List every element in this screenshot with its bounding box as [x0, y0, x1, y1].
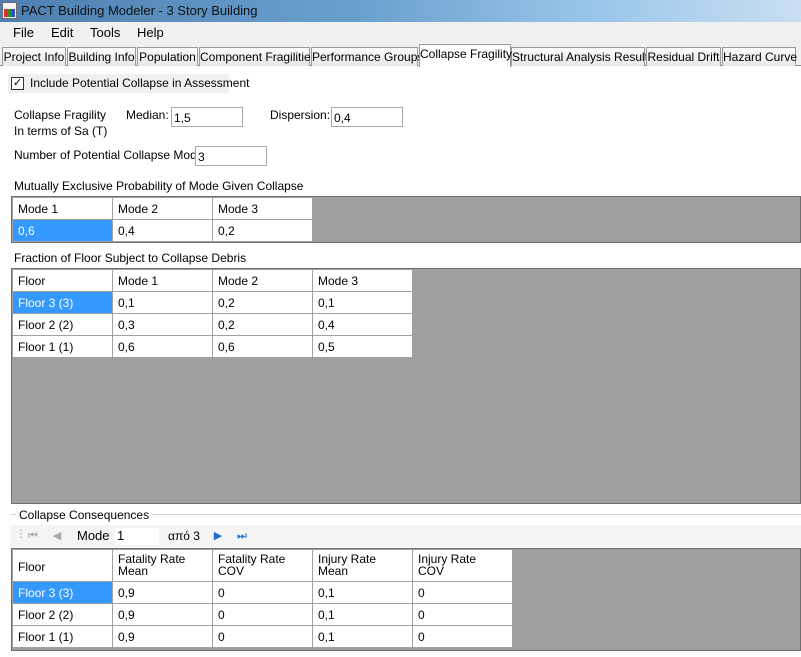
- mode-probability-table: Mode 1 Mode 2 Mode 3 0,6 0,4 0,2: [12, 197, 313, 242]
- tab-performance-groups[interactable]: Performance Groups: [311, 47, 423, 67]
- fatality-rate-cov-header[interactable]: Fatality Rate COV: [212, 549, 313, 582]
- tab-population[interactable]: Population: [137, 47, 198, 67]
- injury-rate-mean-header[interactable]: Injury Rate Mean: [312, 549, 413, 582]
- fraction-cell[interactable]: 0,6: [112, 335, 213, 358]
- menu-file[interactable]: File: [11, 25, 36, 40]
- fraction-cell[interactable]: 0,2: [212, 313, 313, 336]
- table-row: Floor 1 (1) 0,9 0 0,1 0: [12, 625, 513, 648]
- fraction-cell[interactable]: 0,3: [112, 313, 213, 336]
- consequences-grid: Floor Fatality Rate Mean Fatality Rate COV…: [11, 548, 801, 651]
- include-collapse-checkbox[interactable]: ✓: [11, 77, 24, 90]
- mode-probability-grid: Mode 1 Mode 2 Mode 3 0,6 0,4 0,2: [11, 196, 801, 243]
- mode-probability-title: Mutually Exclusive Probability of Mode G…: [14, 179, 304, 193]
- dispersion-label: Dispersion:: [270, 108, 331, 122]
- tab-building-info[interactable]: Building Info: [67, 47, 136, 67]
- injury-cov-cell[interactable]: 0: [412, 581, 513, 604]
- collapse-fragility-panel: ✓ Include Potential Collapse in Assessme…: [0, 66, 801, 657]
- fatality-mean-cell[interactable]: 0,9: [112, 625, 213, 648]
- fatality-cov-cell[interactable]: 0: [212, 581, 313, 604]
- fraction-cell[interactable]: 0,6: [212, 335, 313, 358]
- mode-3-header[interactable]: Mode 3: [312, 269, 413, 292]
- fatality-mean-cell[interactable]: 0,9: [112, 603, 213, 626]
- sa-t-label: In terms of Sa (T): [14, 124, 108, 138]
- fatality-cov-cell[interactable]: 0: [212, 603, 313, 626]
- mode-2-header[interactable]: Mode 2: [112, 197, 213, 220]
- mode-position-input[interactable]: 1: [115, 528, 159, 545]
- floor-name-cell[interactable]: Floor 1 (1): [12, 625, 113, 648]
- injury-cov-cell[interactable]: 0: [412, 625, 513, 648]
- floor-fraction-grid: Floor Mode 1 Mode 2 Mode 3 Floor 3 (3) 0…: [11, 268, 801, 504]
- first-page-icon[interactable]: ⏮: [26, 529, 40, 543]
- floor-name-cell[interactable]: Floor 3 (3): [12, 581, 113, 604]
- fraction-cell[interactable]: 0,2: [212, 291, 313, 314]
- mode-navigator: ⋮ ⏮ ◀ Mode 1 από 3 ▶ ⏭: [11, 525, 801, 547]
- injury-mean-cell[interactable]: 0,1: [312, 603, 413, 626]
- tab-residual-drift[interactable]: Residual Drift: [646, 47, 721, 67]
- menu-edit[interactable]: Edit: [49, 25, 75, 40]
- last-page-icon[interactable]: ⏭: [235, 529, 249, 543]
- mode-1-probability-cell[interactable]: 0,6: [12, 219, 113, 242]
- floor-name-cell[interactable]: Floor 2 (2): [12, 313, 113, 336]
- next-icon[interactable]: ▶: [211, 529, 225, 543]
- mode-1-header[interactable]: Mode 1: [112, 269, 213, 292]
- previous-icon[interactable]: ◀: [50, 529, 64, 543]
- collapse-modes-input[interactable]: 3: [195, 146, 267, 166]
- consequences-table: Floor Fatality Rate Mean Fatality Rate COV…: [12, 549, 513, 648]
- menu-bar: File Edit Tools Help: [0, 22, 801, 44]
- floor-header[interactable]: Floor: [12, 269, 113, 292]
- dispersion-input[interactable]: 0,4: [331, 107, 403, 127]
- fatality-rate-mean-header[interactable]: Fatality Rate Mean: [112, 549, 213, 582]
- table-row: Floor 1 (1) 0,6 0,6 0,5: [12, 335, 413, 358]
- mode-nav-label: Mode: [77, 528, 110, 543]
- median-input[interactable]: 1,5: [171, 107, 243, 127]
- table-row: Floor 2 (2) 0,3 0,2 0,4: [12, 313, 413, 336]
- toolbar-grip: ⋮: [16, 529, 26, 540]
- fraction-cell[interactable]: 0,1: [112, 291, 213, 314]
- floor-name-cell[interactable]: Floor 3 (3): [12, 291, 113, 314]
- consequences-title: Collapse Consequences: [16, 508, 153, 522]
- injury-rate-cov-header[interactable]: Injury Rate COV: [412, 549, 513, 582]
- menu-help[interactable]: Help: [135, 25, 166, 40]
- table-row: Floor 3 (3) 0,1 0,2 0,1: [12, 291, 413, 314]
- tab-collapse-fragility[interactable]: Collapse Fragility: [419, 44, 512, 67]
- window-title: PACT Building Modeler - 3 Story Building: [21, 3, 258, 18]
- tab-strip: Project Info Building Info Population Co…: [0, 44, 801, 67]
- injury-mean-cell[interactable]: 0,1: [312, 581, 413, 604]
- include-collapse-label: Include Potential Collapse in Assessment: [30, 76, 250, 90]
- table-row: Floor 2 (2) 0,9 0 0,1 0: [12, 603, 513, 626]
- tab-project-info[interactable]: Project Info: [2, 47, 66, 67]
- window-titlebar: PACT Building Modeler - 3 Story Building: [0, 0, 801, 22]
- mode-1-header[interactable]: Mode 1: [12, 197, 113, 220]
- floor-header[interactable]: Floor: [12, 549, 113, 582]
- injury-cov-cell[interactable]: 0: [412, 603, 513, 626]
- collapse-modes-label: Number of Potential Collapse Modes:: [14, 148, 213, 162]
- menu-tools[interactable]: Tools: [88, 25, 122, 40]
- floor-fraction-title: Fraction of Floor Subject to Collapse De…: [14, 251, 247, 265]
- floor-fraction-table: Floor Mode 1 Mode 2 Mode 3 Floor 3 (3) 0…: [12, 269, 413, 358]
- mode-count-label: από 3: [168, 529, 200, 543]
- mode-2-probability-cell[interactable]: 0,4: [112, 219, 213, 242]
- app-icon: [2, 2, 17, 19]
- collapse-fragility-label: Collapse Fragility: [14, 108, 107, 122]
- floor-name-cell[interactable]: Floor 1 (1): [12, 335, 113, 358]
- mode-3-probability-cell[interactable]: 0,2: [212, 219, 313, 242]
- table-row: Floor 3 (3) 0,9 0 0,1 0: [12, 581, 513, 604]
- tab-hazard-curve[interactable]: Hazard Curve: [722, 47, 797, 67]
- fraction-cell[interactable]: 0,5: [312, 335, 413, 358]
- mode-3-header[interactable]: Mode 3: [212, 197, 313, 220]
- mode-2-header[interactable]: Mode 2: [212, 269, 313, 292]
- tab-structural-analysis-results[interactable]: Structural Analysis Results: [511, 47, 654, 67]
- floor-name-cell[interactable]: Floor 2 (2): [12, 603, 113, 626]
- tab-component-fragilities[interactable]: Component Fragilities: [199, 47, 317, 67]
- fatality-mean-cell[interactable]: 0,9: [112, 581, 213, 604]
- fatality-cov-cell[interactable]: 0: [212, 625, 313, 648]
- median-label: Median:: [126, 108, 169, 122]
- fraction-cell[interactable]: 0,1: [312, 291, 413, 314]
- injury-mean-cell[interactable]: 0,1: [312, 625, 413, 648]
- fraction-cell[interactable]: 0,4: [312, 313, 413, 336]
